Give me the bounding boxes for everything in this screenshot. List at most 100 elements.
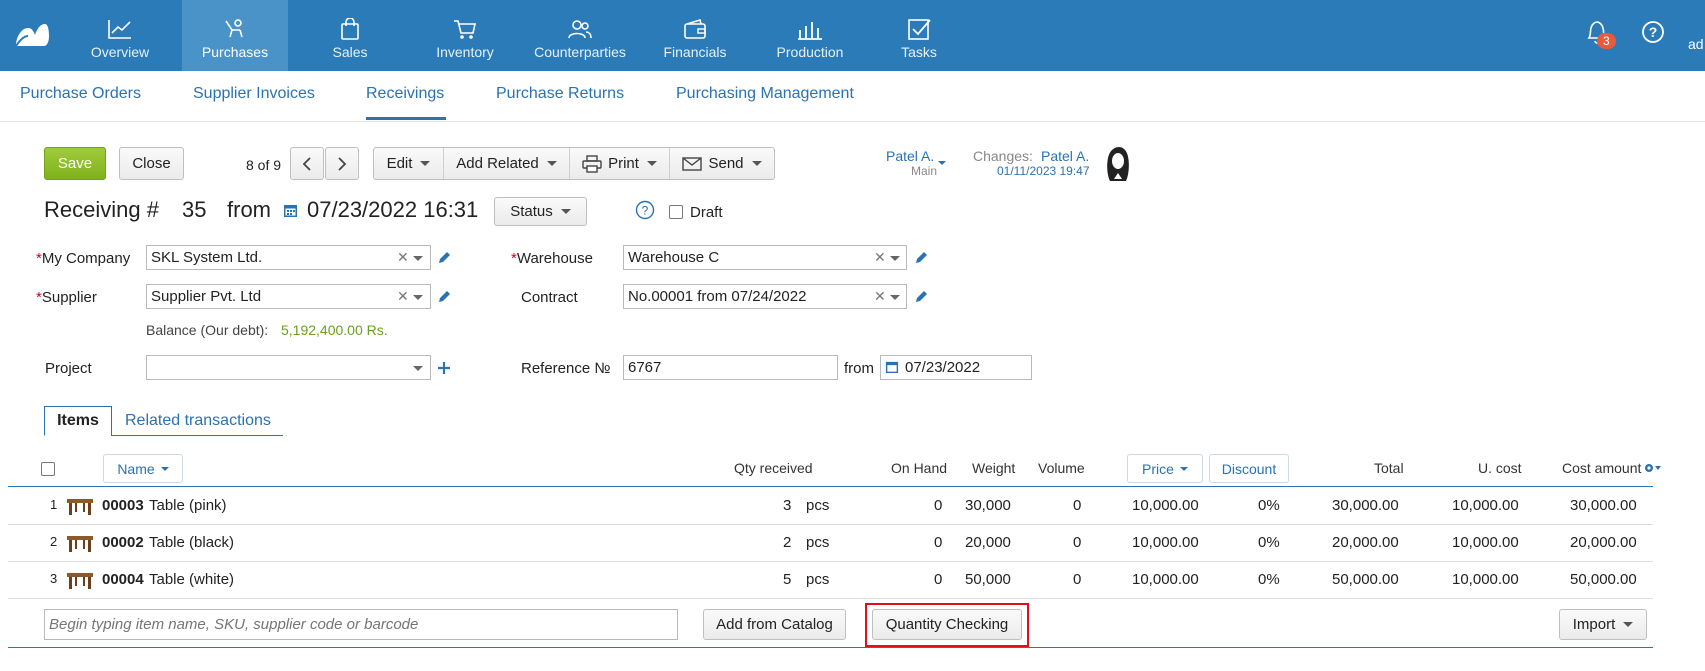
previous-record-button[interactable] [290,147,324,180]
owner-name[interactable]: Patel A. [886,148,934,164]
clear-x-icon[interactable]: ✕ [397,249,409,266]
edit-pencil-icon[interactable] [914,251,928,265]
changes-user[interactable]: Patel A. [1041,148,1089,164]
app-logo-icon[interactable] [14,20,50,48]
subnav-receivings[interactable]: Receivings [366,85,444,103]
name-column-sort-button[interactable]: Name [103,454,183,483]
qty-received[interactable]: 3 [783,497,791,514]
item-name[interactable]: Table (pink) [149,497,227,514]
row-number: 2 [50,534,58,549]
next-record-button[interactable] [325,147,359,180]
row-number: 3 [50,571,58,586]
tab-items[interactable]: Items [44,406,112,436]
column-settings-gear-icon[interactable] [1644,462,1662,474]
nav-overview[interactable]: Overview [67,0,173,71]
save-button[interactable]: Save [44,147,106,180]
calendar-icon[interactable] [885,360,899,374]
close-button[interactable]: Close [119,147,184,180]
owner-branch: Main [911,164,938,178]
edit-pencil-icon[interactable] [437,251,451,265]
discount[interactable]: 0% [1258,497,1280,514]
discount[interactable]: 0% [1258,534,1280,551]
calendar-icon[interactable] [283,203,298,218]
table-furniture-icon [67,499,93,515]
user-menu[interactable]: ad [1688,36,1704,52]
subnav-purchasing-management[interactable]: Purchasing Management [676,85,854,103]
weight: 20,000 [965,534,1011,551]
nav-tasks[interactable]: Tasks [866,0,972,71]
help-circle-icon[interactable]: ? [635,200,655,220]
price[interactable]: 10,000.00 [1132,497,1199,514]
clear-x-icon[interactable]: ✕ [874,249,886,266]
print-label: Print [608,155,639,172]
nav-production[interactable]: Production [757,0,863,71]
document-datetime[interactable]: 07/23/2022 16:31 [307,197,478,223]
qty-received[interactable]: 2 [783,534,791,551]
import-label: Import [1572,616,1616,633]
draft-checkbox[interactable] [669,205,683,219]
price[interactable]: 10,000.00 [1132,534,1199,551]
nav-production-label: Production [776,44,844,60]
tab-related-transactions[interactable]: Related transactions [125,412,271,442]
edit-pencil-icon[interactable] [914,290,928,304]
chart-line-icon [108,20,131,39]
unit-cost: 10,000.00 [1452,497,1519,514]
chevron-down-icon[interactable] [413,366,423,371]
reference-date-field[interactable]: 07/23/2022 [880,355,1032,380]
discount-column-button[interactable]: Discount [1209,454,1289,483]
project-field[interactable] [146,355,431,380]
discount[interactable]: 0% [1258,571,1280,588]
item-search-input[interactable] [44,609,678,640]
help-icon[interactable]: ? [1641,20,1665,44]
chevron-down-icon[interactable] [413,256,423,261]
item-name[interactable]: Table (white) [149,571,234,588]
item-sku: 00004 [102,571,144,588]
subnav-supplier-invoices[interactable]: Supplier Invoices [193,85,315,103]
chevron-down-icon[interactable] [890,295,900,300]
add-related-dropdown-button[interactable]: Add Related [444,148,570,179]
envelope-icon [682,156,703,171]
import-dropdown-button[interactable]: Import [1559,609,1647,640]
factory-icon [798,22,822,40]
my-company-field[interactable]: SKL System Ltd. [146,245,431,270]
nav-counterparties[interactable]: Counterparties [527,0,633,71]
chevron-left-icon [302,156,311,171]
weight-header: Weight [972,460,1016,476]
owner-chevron-down-icon[interactable] [938,161,946,165]
print-dropdown-button[interactable]: Print [570,148,670,179]
nav-inventory[interactable]: Inventory [412,0,518,71]
cost-amount-header: Cost amount [1562,460,1642,476]
tab-bar-line [111,435,283,436]
edit-dropdown-button[interactable]: Edit [374,148,444,179]
warehouse-field[interactable]: Warehouse C [623,245,907,270]
clear-x-icon[interactable]: ✕ [874,288,886,305]
nav-purchases-label: Purchases [201,44,269,60]
price[interactable]: 10,000.00 [1132,571,1199,588]
edit-pencil-icon[interactable] [437,290,451,304]
send-dropdown-button[interactable]: Send [670,148,774,179]
item-name[interactable]: Table (black) [149,534,234,551]
add-from-catalog-button[interactable]: Add from Catalog [703,609,846,640]
chevron-down-icon[interactable] [413,295,423,300]
supplier-field[interactable]: Supplier Pvt. Ltd [146,284,431,309]
nav-purchases[interactable]: Purchases [182,0,288,71]
add-plus-icon[interactable] [437,361,451,375]
clear-x-icon[interactable]: ✕ [397,288,409,305]
nav-financials[interactable]: Financials [642,0,748,71]
price-column-button[interactable]: Price [1127,454,1203,483]
subnav-purchase-returns[interactable]: Purchase Returns [496,85,624,103]
cost-amount: 30,000.00 [1570,497,1637,514]
contract-field[interactable]: No.00001 from 07/24/2022 [623,284,907,309]
select-all-checkbox[interactable] [41,462,55,476]
status-label: Status [510,203,553,220]
chevron-down-icon[interactable] [890,256,900,261]
reference-field[interactable]: 6767 [623,355,838,380]
svg-text:?: ? [642,204,649,218]
nav-financials-label: Financials [663,44,727,60]
status-dropdown-button[interactable]: Status [494,197,587,226]
nav-sales[interactable]: Sales [297,0,403,71]
my-company-label-text: My Company [41,250,131,267]
purchases-subnav: Purchase Orders Supplier Invoices Receiv… [0,71,1705,122]
subnav-purchase-orders[interactable]: Purchase Orders [20,85,141,103]
qty-received[interactable]: 5 [783,571,791,588]
